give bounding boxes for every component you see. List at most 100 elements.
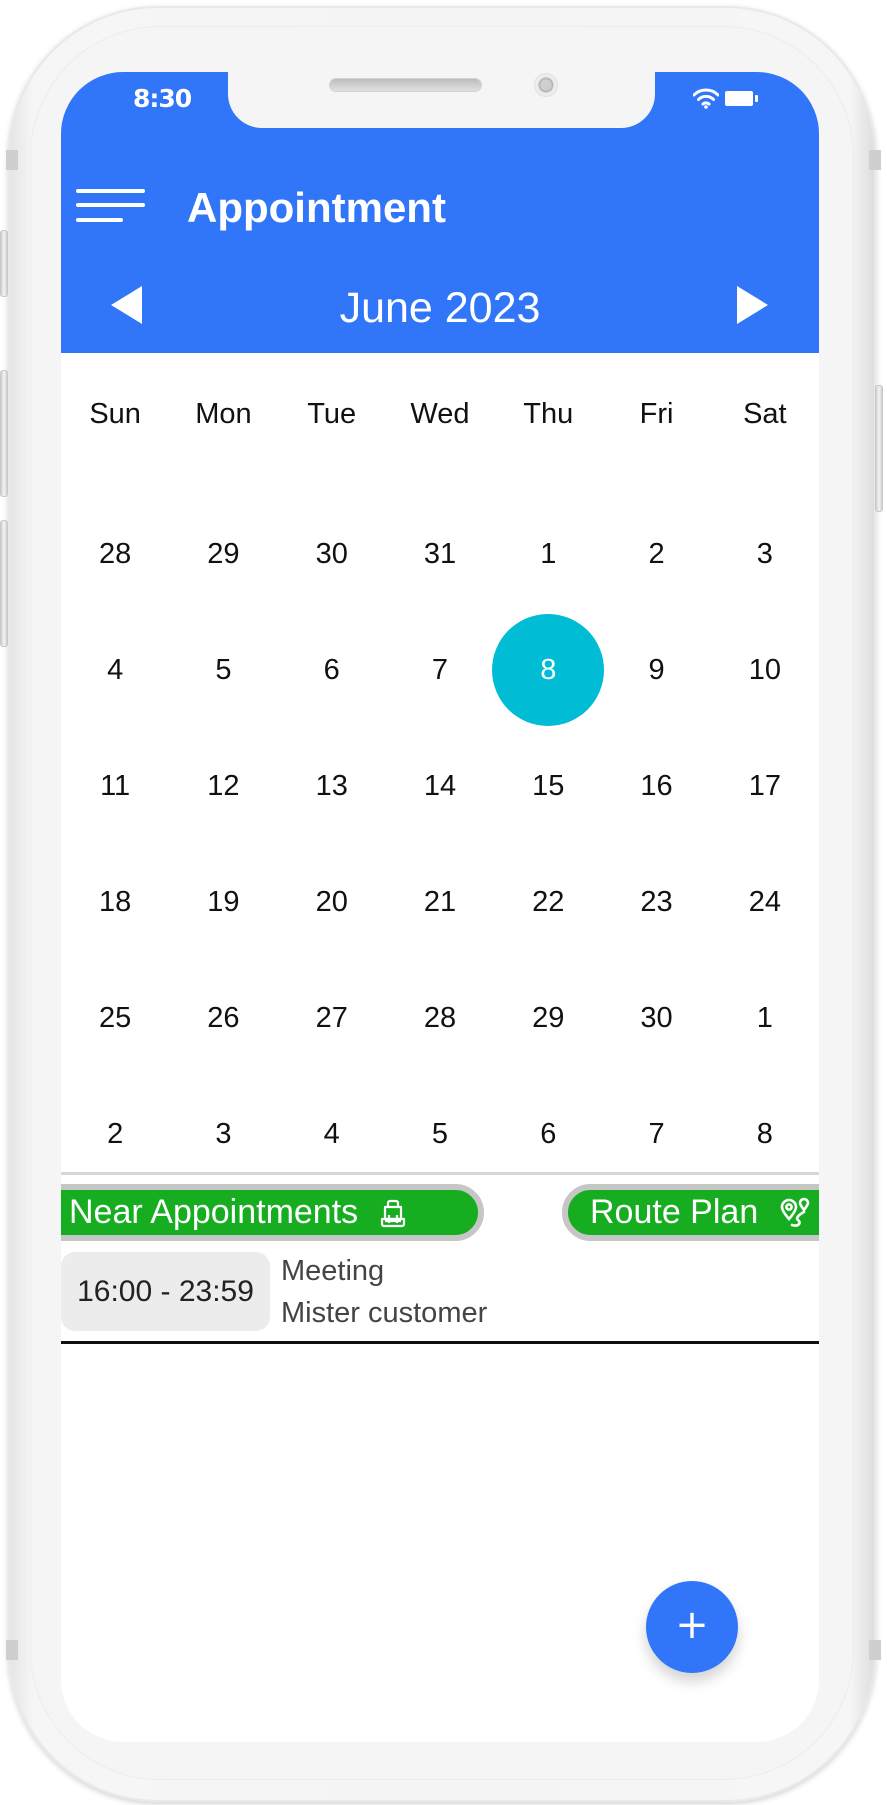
calendar-day[interactable]: 22 <box>494 852 602 952</box>
calendar-day[interactable]: 4 <box>61 620 169 720</box>
weekday-label: Wed <box>410 398 470 430</box>
calendar-day[interactable]: 11 <box>61 736 169 836</box>
day-number: 8 <box>756 1118 773 1150</box>
day-number: 20 <box>315 886 348 918</box>
calendar-day[interactable]: 2 <box>61 1084 169 1184</box>
add-appointment-button[interactable]: + <box>646 1581 738 1673</box>
day-number: 10 <box>748 654 781 686</box>
appointment-item[interactable]: 16:00 - 23:59 Meeting Mister customer <box>61 1242 819 1344</box>
calendar-week-row: 4 5 6 7 8 9 10 <box>61 614 819 726</box>
calendar-day[interactable]: 6 <box>494 1084 602 1184</box>
calendar-day[interactable]: 23 <box>602 852 710 952</box>
status-time: 8:30 <box>133 84 192 113</box>
route-plan-label: Route Plan <box>590 1193 759 1231</box>
calendar-day[interactable]: 29 <box>169 504 277 604</box>
calendar-day[interactable]: 10 <box>711 620 819 720</box>
calendar-day[interactable]: 7 <box>602 1084 710 1184</box>
hamburger-menu-icon[interactable] <box>76 189 146 229</box>
day-number: 14 <box>423 770 457 802</box>
calendar-day[interactable]: 19 <box>169 852 277 952</box>
day-number: 6 <box>323 654 340 686</box>
next-month-button[interactable] <box>737 286 768 324</box>
day-number: 4 <box>323 1118 340 1150</box>
calendar-day[interactable]: 3 <box>169 1084 277 1184</box>
calendar-day[interactable]: 31 <box>386 504 494 604</box>
calendar-day[interactable]: 25 <box>61 968 169 1068</box>
calendar-day[interactable]: 30 <box>278 504 386 604</box>
calendar-day[interactable]: 1 <box>711 968 819 1068</box>
calendar-day[interactable]: 15 <box>494 736 602 836</box>
calendar-day[interactable]: 30 <box>602 968 710 1068</box>
day-number: 16 <box>640 770 673 802</box>
day-number: 30 <box>315 538 348 570</box>
calendar-day[interactable]: 6 <box>278 620 386 720</box>
calendar-day[interactable]: 18 <box>61 852 169 952</box>
day-number: 21 <box>423 886 457 918</box>
day-number: 2 <box>648 538 665 570</box>
status-icons <box>693 86 758 110</box>
appointment-customer: Mister customer <box>281 1297 488 1329</box>
calendar-week-row: 2 3 4 5 6 7 8 <box>61 1084 819 1184</box>
calendar-day[interactable]: 3 <box>711 504 819 604</box>
calendar-day[interactable]: 20 <box>278 852 386 952</box>
calendar-day[interactable]: 9 <box>602 620 710 720</box>
day-number: 18 <box>99 886 132 918</box>
calendar-day[interactable]: 13 <box>278 736 386 836</box>
calendar-week-row: 25 26 27 28 29 30 1 <box>61 968 819 1068</box>
calendar-week-row: 11 12 13 14 15 16 17 <box>61 736 819 836</box>
near-appointments-button[interactable]: Near Appointments <box>61 1184 484 1241</box>
speaker-grille <box>330 79 481 91</box>
calendar-day[interactable]: 26 <box>169 968 277 1068</box>
day-number: 13 <box>315 770 348 802</box>
calendar-day[interactable]: 12 <box>169 736 277 836</box>
day-number: 1 <box>540 538 557 570</box>
weekday-label: Thu <box>523 398 574 430</box>
day-number: 31 <box>423 538 457 570</box>
calendar-day[interactable]: 28 <box>386 968 494 1068</box>
day-number: 30 <box>640 1002 673 1034</box>
front-camera <box>535 74 557 96</box>
calendar-day[interactable]: 16 <box>602 736 710 836</box>
calendar-day[interactable]: 5 <box>386 1084 494 1184</box>
calendar-week-row: 28 29 30 31 1 2 3 <box>61 504 819 604</box>
app-screen: 8:30 Appointment June 2023 Sun Mon Tue W… <box>61 72 819 1742</box>
calendar-day[interactable]: 29 <box>494 968 602 1068</box>
day-number: 11 <box>100 770 131 802</box>
route-pins-icon <box>780 1197 810 1227</box>
weekday-label: Tue <box>307 398 357 430</box>
weekday-label: Sat <box>743 398 787 430</box>
calendar-day[interactable]: 7 <box>386 620 494 720</box>
calendar-day[interactable]: 8 <box>711 1084 819 1184</box>
antenna-band <box>869 150 881 170</box>
day-number: 22 <box>532 886 565 918</box>
power-button <box>875 385 883 512</box>
day-number: 15 <box>532 770 565 802</box>
plus-icon: + <box>675 1602 709 1648</box>
calendar-day[interactable]: 28 <box>61 504 169 604</box>
day-number: 7 <box>431 654 449 686</box>
calendar-day[interactable]: 17 <box>711 736 819 836</box>
weekday-header: Sun Mon Tue Wed Thu Fri Sat <box>61 394 819 434</box>
calendar-day[interactable]: 21 <box>386 852 494 952</box>
appointment-time: 16:00 - 23:59 <box>61 1252 270 1331</box>
day-number: 25 <box>99 1002 132 1034</box>
day-number: 24 <box>748 886 781 918</box>
calendar-day[interactable]: 27 <box>278 968 386 1068</box>
calendar-day-selected[interactable]: 8 <box>492 614 605 726</box>
calendar-day[interactable]: 5 <box>169 620 277 720</box>
prev-month-button[interactable] <box>111 286 142 324</box>
weekday-label: Mon <box>195 398 252 430</box>
calendar-day[interactable]: 1 <box>494 504 602 604</box>
day-number: 23 <box>640 886 673 918</box>
day-number: 12 <box>207 770 240 802</box>
appointment-title: Meeting <box>281 1255 385 1287</box>
calendar-day[interactable]: 2 <box>602 504 710 604</box>
day-number: 5 <box>431 1118 449 1150</box>
route-plan-button[interactable]: Route Plan <box>562 1184 819 1241</box>
day-number: 3 <box>756 538 773 570</box>
calendar-day[interactable]: 4 <box>278 1084 386 1184</box>
calendar-day[interactable]: 24 <box>711 852 819 952</box>
calendar-day[interactable]: 14 <box>386 736 494 836</box>
day-number: 27 <box>315 1002 348 1034</box>
antenna-band <box>6 1640 18 1660</box>
